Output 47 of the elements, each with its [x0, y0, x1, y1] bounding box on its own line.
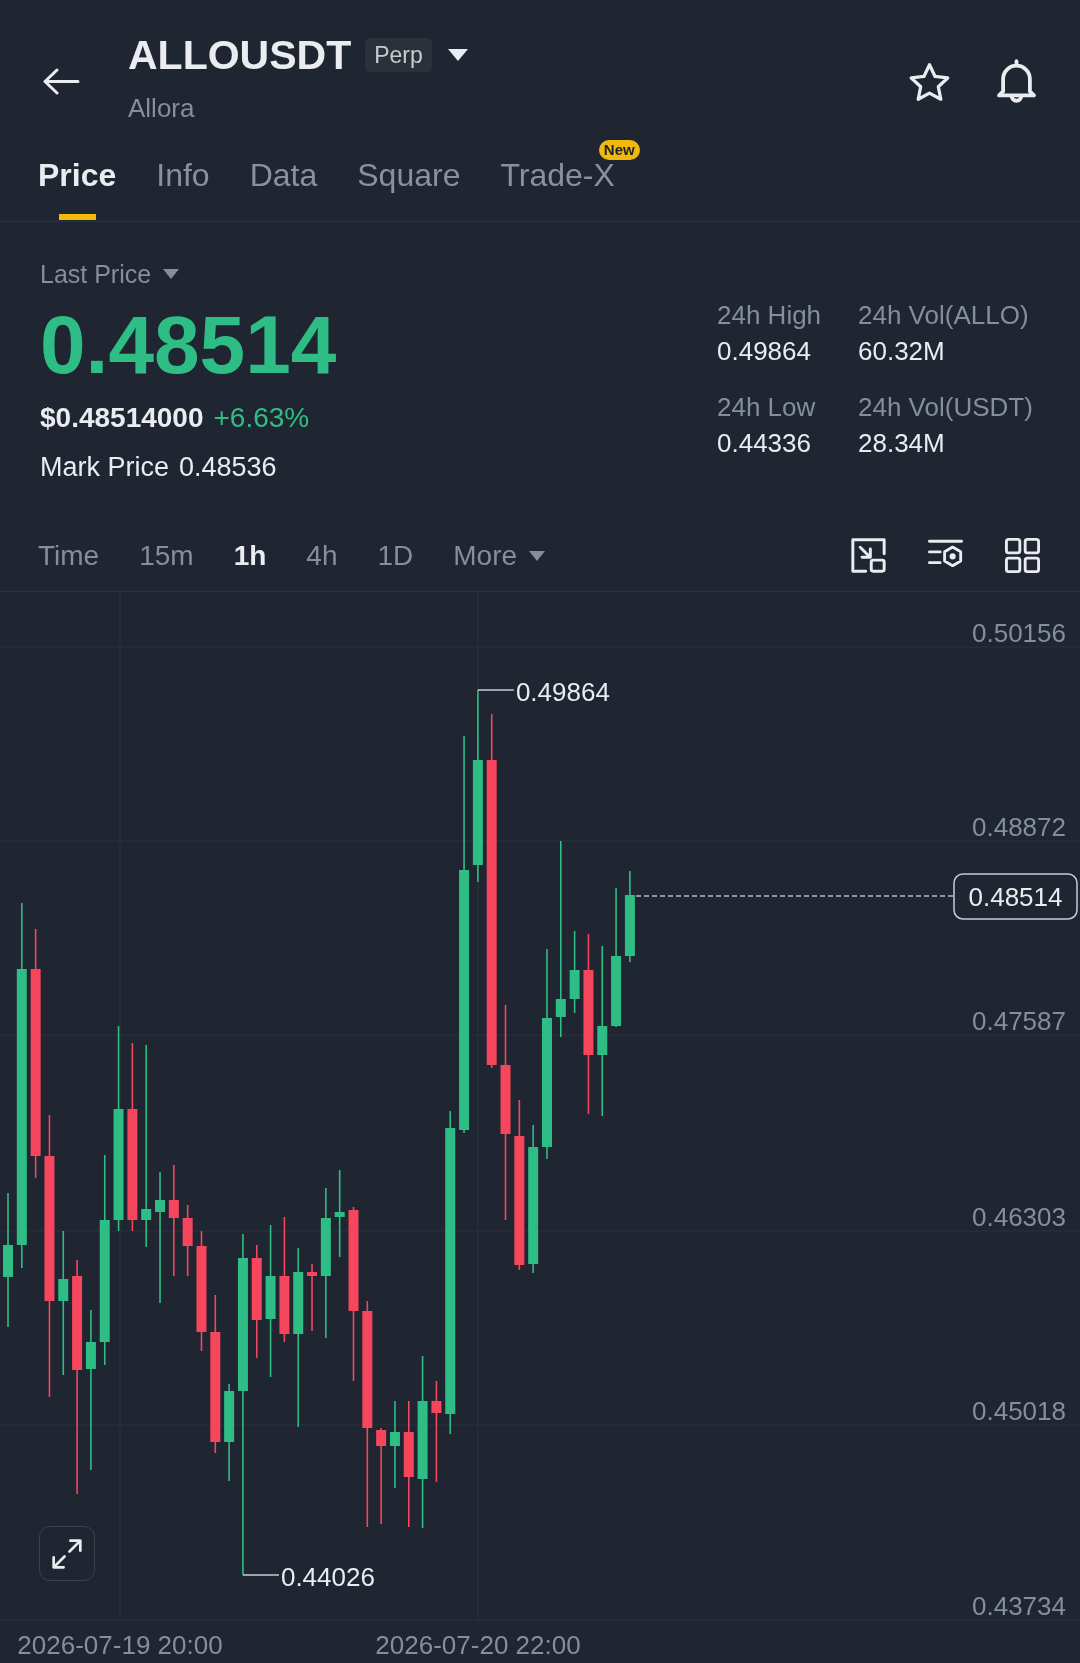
price-type-label[interactable]: Last Price [40, 258, 152, 290]
star-icon[interactable] [909, 62, 950, 102]
stat-label: 24h High [717, 299, 822, 332]
time-axis-label: 2026-07-20 22:00 [375, 1630, 581, 1660]
tab[interactable]: Price [38, 140, 117, 221]
stat-label: 24h Vol(ALLO) [858, 299, 1029, 332]
grid-icon[interactable] [1005, 538, 1040, 573]
mark-price-value: 0.48536 [179, 451, 277, 484]
price-axis-label: 0.48872 [972, 812, 1066, 842]
bell-icon[interactable] [996, 59, 1037, 105]
pair-symbol: ALLOUSDT [128, 31, 352, 80]
price-axis-label: 0.50156 [972, 618, 1066, 648]
price-axis-label: 0.46303 [972, 1202, 1066, 1232]
window-arrow-icon[interactable] [851, 538, 886, 573]
mark-price-label: Mark Price [40, 451, 169, 484]
caret-icon[interactable] [447, 49, 468, 61]
stat-value: 0.44336 [717, 427, 811, 460]
interval-tab[interactable]: 1h [233, 537, 267, 574]
contract-badge: Perp [365, 38, 432, 72]
expand-chart-button[interactable] [39, 1526, 95, 1581]
tab[interactable]: Data [249, 140, 318, 221]
more-menu-button[interactable]: More [453, 537, 546, 574]
interval-tab[interactable]: 15m [139, 537, 194, 574]
back-arrow-icon[interactable] [42, 68, 80, 95]
tab[interactable]: Info [156, 140, 210, 221]
usd-price: $0.48514000 [40, 401, 204, 435]
stat-value: 28.34M [858, 427, 945, 460]
current-price-tag: 0.48514 [953, 873, 1078, 920]
interval-tab[interactable]: 1D [377, 537, 414, 574]
price-axis-label: 0.47587 [972, 1006, 1066, 1036]
price-axis-label: 0.43734 [972, 1591, 1066, 1621]
stat-value: 0.49864 [717, 335, 811, 368]
expand-icon [52, 1538, 82, 1569]
stat-value: 60.32M [858, 335, 945, 368]
last-price: 0.48514 [40, 304, 338, 386]
price-axis-label: 0.45018 [972, 1396, 1066, 1426]
stat-label: 24h Vol(USDT) [858, 391, 1033, 424]
price-change: +6.63% [213, 401, 310, 435]
candle [307, 1263, 318, 1332]
interval-tab[interactable]: 4h [306, 537, 338, 574]
stat-label: 24h Low [717, 391, 816, 424]
interval-tab[interactable]: Time [38, 537, 100, 574]
caret-icon [529, 550, 546, 561]
tab[interactable]: Square [357, 140, 461, 221]
pair-name: Allora [128, 92, 195, 125]
time-axis-label: 2026-07-19 20:00 [17, 1630, 223, 1660]
new-badge: New [598, 140, 640, 160]
